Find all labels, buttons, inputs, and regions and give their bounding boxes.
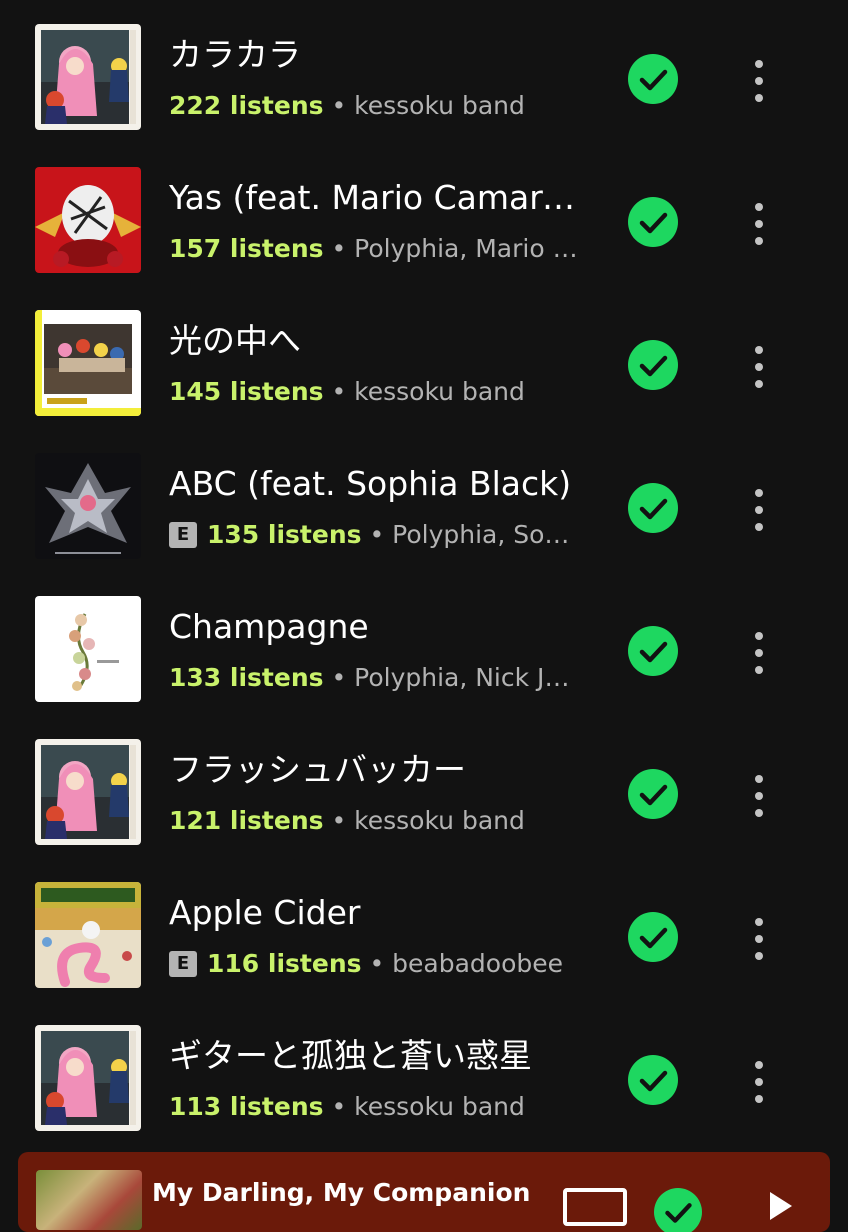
track-subtitle: 222 listens • kessoku band	[169, 88, 579, 124]
separator-dot: •	[323, 91, 355, 120]
explicit-badge: E	[169, 522, 197, 548]
track-row-karakara[interactable]: カラカラ 222 listens • kessoku band	[0, 22, 848, 165]
album-art	[35, 596, 141, 702]
track-title: Champagne	[169, 607, 369, 646]
separator-dot: •	[323, 234, 355, 263]
separator-dot: •	[323, 663, 355, 692]
track-title: 光の中へ	[169, 321, 301, 360]
listen-count: 145 listens	[169, 377, 324, 406]
now-playing-cover	[36, 1170, 142, 1230]
saved-check-icon[interactable]	[628, 483, 678, 533]
more-options-icon[interactable]	[746, 628, 772, 676]
artist-names: beabadoobee	[392, 949, 563, 978]
album-art	[35, 882, 141, 988]
track-row-apple-cider[interactable]: Apple Cider E 116 listens • beabadoobee	[0, 880, 848, 1023]
now-playing-title[interactable]: My Darling, My Companion	[152, 1178, 530, 1208]
album-art	[35, 24, 141, 130]
track-title: ABC (feat. Sophia Black)	[169, 464, 572, 503]
track-row-hikari-no-naka-e[interactable]: 光の中へ 145 listens • kessoku band	[0, 308, 848, 451]
explicit-badge: E	[169, 951, 197, 977]
track-row-yas[interactable]: Yas (feat. Mario Camarena and Erick Hans…	[0, 165, 848, 308]
more-options-icon[interactable]	[746, 56, 772, 104]
artist-names: Polyphia, Sophia Black	[392, 520, 579, 549]
artist-names: kessoku band	[354, 1092, 525, 1121]
artist-names: Polyphia, Mario Camarena, Erick Hansel	[354, 234, 579, 263]
album-art	[35, 739, 141, 845]
listen-count: 116 listens	[207, 949, 362, 978]
track-row-abc[interactable]: ABC (feat. Sophia Black) E 135 listens • P…	[0, 451, 848, 594]
separator-dot: •	[361, 520, 393, 549]
listen-count: 135 listens	[207, 520, 362, 549]
listen-count: 222 listens	[169, 91, 324, 120]
saved-check-icon[interactable]	[628, 54, 678, 104]
artist-names: kessoku band	[354, 806, 525, 835]
track-row-flashbacker[interactable]: フラッシュバッカー 121 listens • kessoku band	[0, 737, 848, 880]
track-subtitle: 113 listens • kessoku band	[169, 1089, 579, 1125]
more-options-icon[interactable]	[746, 342, 772, 390]
more-options-icon[interactable]	[746, 199, 772, 247]
listen-count: 157 listens	[169, 234, 324, 263]
saved-check-icon[interactable]	[628, 626, 678, 676]
now-playing-saved-icon[interactable]	[654, 1188, 702, 1232]
separator-dot: •	[323, 1092, 355, 1121]
separator-dot: •	[323, 806, 355, 835]
track-subtitle: E 116 listens • beabadoobee	[169, 946, 579, 982]
track-subtitle: 157 listens • Polyphia, Mario Camarena, …	[169, 231, 579, 267]
saved-check-icon[interactable]	[628, 912, 678, 962]
play-icon[interactable]	[770, 1192, 792, 1220]
track-title: フラッシュバッカー	[169, 750, 466, 789]
separator-dot: •	[361, 949, 393, 978]
track-title: Yas (feat. Mario Camarena and Erick Hans…	[169, 178, 579, 217]
listen-count: 113 listens	[169, 1092, 324, 1121]
saved-check-icon[interactable]	[628, 769, 678, 819]
now-playing-bar[interactable]: My Darling, My Companion	[18, 1152, 830, 1232]
track-title: ギターと孤独と蒼い惑星	[169, 1036, 532, 1075]
album-art	[35, 167, 141, 273]
track-subtitle: 133 listens • Polyphia, Nick Johnston	[169, 660, 579, 696]
track-subtitle: E 135 listens • Polyphia, Sophia Black	[169, 517, 579, 553]
more-options-icon[interactable]	[746, 771, 772, 819]
album-art	[35, 1025, 141, 1131]
album-art	[35, 310, 141, 416]
listen-count: 121 listens	[169, 806, 324, 835]
artist-names: kessoku band	[354, 377, 525, 406]
saved-check-icon[interactable]	[628, 340, 678, 390]
listen-count: 133 listens	[169, 663, 324, 692]
track-title: カラカラ	[169, 35, 301, 74]
more-options-icon[interactable]	[746, 1057, 772, 1105]
separator-dot: •	[323, 377, 355, 406]
artist-names: kessoku band	[354, 91, 525, 120]
more-options-icon[interactable]	[746, 914, 772, 962]
track-row-guitar-to-kodoku[interactable]: ギターと孤独と蒼い惑星 113 listens • kessoku band	[0, 1023, 848, 1166]
track-title: Apple Cider	[169, 893, 361, 932]
saved-check-icon[interactable]	[628, 1055, 678, 1105]
track-subtitle: 145 listens • kessoku band	[169, 374, 579, 410]
track-row-champagne[interactable]: Champagne 133 listens • Polyphia, Nick Jo…	[0, 594, 848, 737]
connect-device-icon[interactable]	[563, 1188, 627, 1226]
saved-check-icon[interactable]	[628, 197, 678, 247]
artist-names: Polyphia, Nick Johnston	[354, 663, 579, 692]
track-subtitle: 121 listens • kessoku band	[169, 803, 579, 839]
more-options-icon[interactable]	[746, 485, 772, 533]
album-art	[35, 453, 141, 559]
